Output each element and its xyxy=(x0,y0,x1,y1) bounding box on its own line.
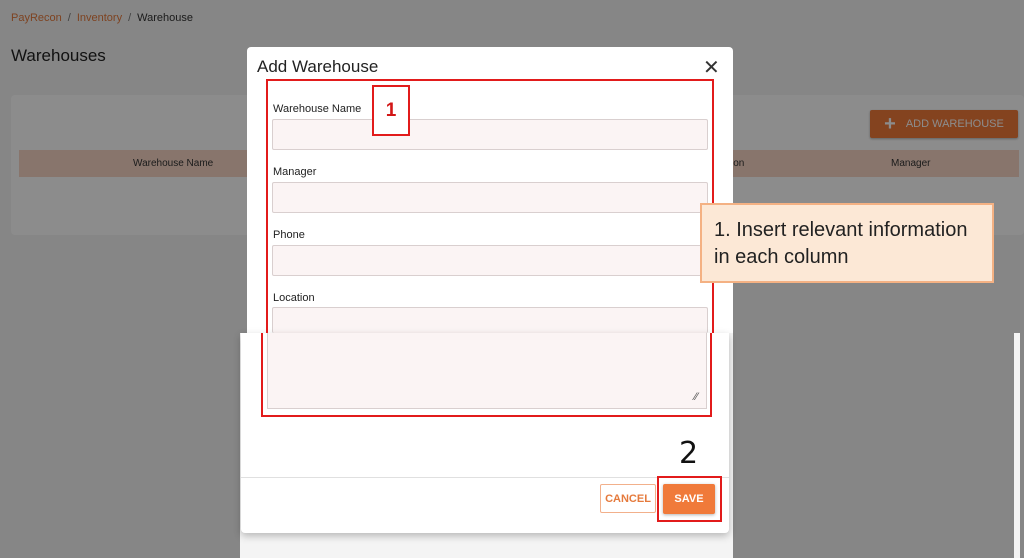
modal-backdrop-left[interactable] xyxy=(0,333,240,558)
phone-input[interactable] xyxy=(272,245,708,276)
step-marker-2: 2 xyxy=(679,436,699,471)
add-warehouse-dialog: Add Warehouse ✕ Warehouse Name Manager P… xyxy=(247,47,733,333)
resize-handle-icon[interactable]: ⁄⁄ xyxy=(694,391,698,403)
warehouse-name-label: Warehouse Name xyxy=(273,103,362,115)
modal-backdrop-edge[interactable] xyxy=(1020,333,1024,558)
manager-input[interactable] xyxy=(272,182,708,213)
location-textarea[interactable]: ⁄⁄ xyxy=(267,333,707,409)
add-warehouse-dialog-lower: ⁄⁄ CANCEL SAVE xyxy=(241,333,729,533)
location-textarea-top[interactable] xyxy=(272,307,708,333)
warehouse-name-input[interactable] xyxy=(272,119,708,150)
close-icon[interactable]: ✕ xyxy=(703,55,720,80)
manager-label: Manager xyxy=(273,166,317,178)
dialog-footer-divider xyxy=(241,477,729,478)
cancel-button[interactable]: CANCEL xyxy=(600,484,656,513)
step-marker-1: 1 xyxy=(372,85,410,136)
save-button[interactable]: SAVE xyxy=(663,484,715,514)
instruction-callout: 1. Insert relevant information in each c… xyxy=(700,203,994,283)
location-label: Location xyxy=(273,292,315,304)
modal-backdrop-right[interactable] xyxy=(733,333,1014,558)
dialog-title: Add Warehouse xyxy=(257,57,379,76)
phone-label: Phone xyxy=(273,229,305,241)
